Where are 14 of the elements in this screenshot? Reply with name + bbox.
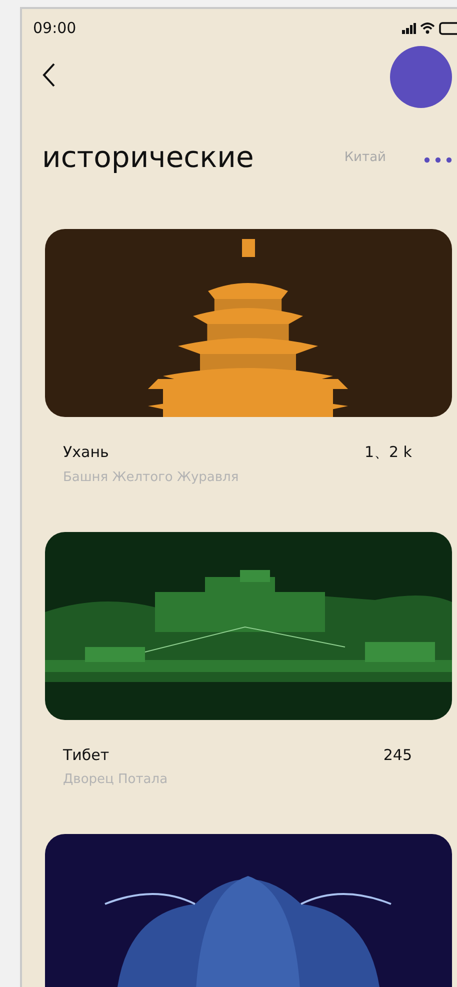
place-count: 1、2 k <box>364 443 412 462</box>
place-subtitle: Дворец Потала <box>62 771 169 787</box>
place-count: 245 <box>383 746 412 764</box>
place-subtitle: Башня Желтого Журавля <box>62 469 240 485</box>
status-time: 09:00 <box>33 19 76 37</box>
signal-icon <box>402 22 416 34</box>
battery-icon <box>439 22 457 34</box>
more-icon <box>424 156 452 162</box>
region-filter[interactable]: Китай <box>344 150 386 164</box>
wifi-icon <box>420 22 435 34</box>
place-name: Тибет <box>63 746 110 764</box>
place-name: Ухань <box>63 443 109 462</box>
page-title: исторические <box>42 140 255 174</box>
back-icon <box>42 62 56 88</box>
